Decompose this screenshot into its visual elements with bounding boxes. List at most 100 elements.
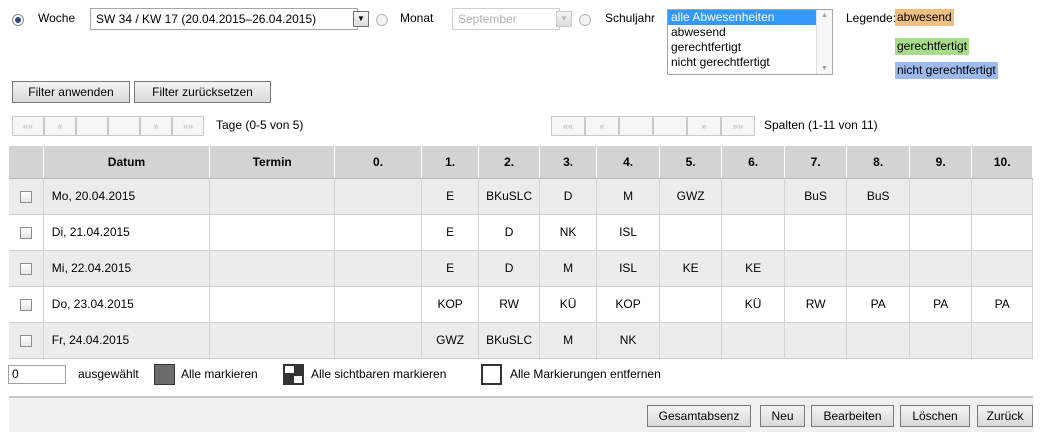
lesson-cell[interactable]: BKuSLC [478,322,540,359]
lesson-cell[interactable]: E [421,250,480,287]
lesson-cell[interactable] [784,322,848,359]
mark-visible-link[interactable]: Alle sichtbaren markieren [311,367,446,381]
row-select-cell[interactable] [9,286,44,323]
lesson-cell[interactable] [334,214,422,251]
lesson-cell[interactable]: KOP [421,286,480,323]
lesson-cell[interactable] [846,214,910,251]
week-dropdown-icon[interactable]: ▼ [353,11,369,27]
lesson-cell[interactable] [909,250,973,287]
appointment-cell[interactable] [209,250,336,287]
lesson-cell[interactable] [659,214,723,251]
lesson-cell[interactable]: BuS [846,178,910,215]
lesson-cell[interactable]: D [478,214,540,251]
lesson-cell[interactable]: RW [784,286,848,323]
table-row[interactable]: Do, 23.04.2015 KOP RW KÜ KOP KÜ RW PA PA PA [9,286,1033,323]
lesson-cell[interactable]: PA [971,286,1033,323]
row-checkbox[interactable] [19,334,32,347]
row-checkbox[interactable] [19,298,32,311]
page-field[interactable] [76,116,108,136]
unmark-all-icon[interactable] [481,364,502,385]
edit-button[interactable]: Bearbeiten [811,405,894,427]
next-column-icon[interactable]: » [687,116,721,136]
first-page-icon[interactable]: «« [12,116,44,136]
lesson-cell[interactable] [909,322,973,359]
total-absence-button[interactable]: Gesamtabsenz [647,405,751,427]
month-radio[interactable] [376,14,388,26]
column-field[interactable] [619,116,653,136]
date-cell[interactable]: Fr, 24.04.2015 [43,322,211,359]
lesson-cell[interactable]: E [421,178,480,215]
lesson-cell[interactable]: KE [721,250,785,287]
new-button[interactable]: Neu [760,405,805,427]
lesson-cell[interactable]: NK [596,322,660,359]
lesson-cell[interactable] [721,214,785,251]
lesson-cell[interactable] [659,322,723,359]
table-row[interactable]: Mo, 20.04.2015 E BKuSLC D M GWZ BuS BuS [9,178,1033,215]
apply-filter-button[interactable]: Filter anwenden [12,81,130,103]
table-row[interactable]: Fr, 24.04.2015 GWZ BKuSLC M NK [9,322,1033,359]
lesson-cell[interactable] [909,214,973,251]
row-checkbox[interactable] [19,226,32,239]
unmark-all-link[interactable]: Alle Markierungen entfernen [510,367,661,381]
appointment-cell[interactable] [209,286,336,323]
lesson-cell[interactable]: BuS [784,178,848,215]
lesson-cell[interactable] [784,214,848,251]
table-row[interactable]: Di, 21.04.2015 E D NK ISL [9,214,1033,251]
lesson-cell[interactable] [784,250,848,287]
next-page-icon[interactable]: » [140,116,172,136]
lesson-cell[interactable]: M [539,250,598,287]
row-select-cell[interactable] [9,178,44,215]
lesson-cell[interactable] [971,322,1033,359]
lesson-cell[interactable]: PA [909,286,973,323]
lesson-cell[interactable]: ISL [596,214,660,251]
week-select[interactable]: SW 34 / KW 17 (20.04.2015–26.04.2015) [90,8,358,30]
prev-column-icon[interactable]: « [585,116,619,136]
absence-filter-option[interactable]: gerechtfertigt [668,40,832,55]
lesson-cell[interactable] [846,250,910,287]
month-select[interactable]: September [452,8,560,30]
lesson-cell[interactable]: KÜ [539,286,598,323]
lesson-cell[interactable]: D [478,250,540,287]
mark-visible-icon[interactable] [283,364,304,385]
lesson-cell[interactable]: BKuSLC [478,178,540,215]
absence-filter-option[interactable]: abwesend [668,25,832,40]
prev-page-icon[interactable]: « [44,116,76,136]
lesson-cell[interactable] [971,178,1033,215]
row-select-cell[interactable] [9,214,44,251]
date-cell[interactable]: Di, 21.04.2015 [43,214,211,251]
row-select-cell[interactable] [9,322,44,359]
lesson-cell[interactable] [721,322,785,359]
lesson-cell[interactable] [846,322,910,359]
lesson-cell[interactable] [334,322,422,359]
lesson-cell[interactable]: E [421,214,480,251]
schoolyear-radio[interactable] [579,14,591,26]
row-checkbox[interactable] [19,190,32,203]
lesson-cell[interactable] [659,286,723,323]
lesson-cell[interactable]: ISL [596,250,660,287]
mark-all-link[interactable]: Alle markieren [181,367,258,381]
lesson-cell[interactable]: NK [539,214,598,251]
absence-filter-option[interactable]: nicht gerechtfertigt [668,55,832,70]
lesson-cell[interactable]: GWZ [659,178,723,215]
lesson-cell[interactable] [334,178,422,215]
lesson-cell[interactable] [334,250,422,287]
lesson-cell[interactable] [909,178,973,215]
back-button[interactable]: Zurück [977,405,1033,427]
lesson-cell[interactable]: D [539,178,598,215]
date-cell[interactable]: Mi, 22.04.2015 [43,250,211,287]
lesson-cell[interactable] [721,178,785,215]
last-page-icon[interactable]: »» [172,116,204,136]
lesson-cell[interactable]: M [539,322,598,359]
delete-button[interactable]: Löschen [900,405,970,427]
appointment-cell[interactable] [209,178,336,215]
lesson-cell[interactable]: KÜ [721,286,785,323]
appointment-cell[interactable] [209,214,336,251]
lesson-cell[interactable]: GWZ [421,322,480,359]
lesson-cell[interactable]: KOP [596,286,660,323]
lesson-cell[interactable]: RW [478,286,540,323]
lesson-cell[interactable] [334,286,422,323]
selected-count-field[interactable]: 0 [8,365,66,384]
date-cell[interactable]: Do, 23.04.2015 [43,286,211,323]
lesson-cell[interactable]: PA [846,286,910,323]
lesson-cell[interactable]: KE [659,250,723,287]
